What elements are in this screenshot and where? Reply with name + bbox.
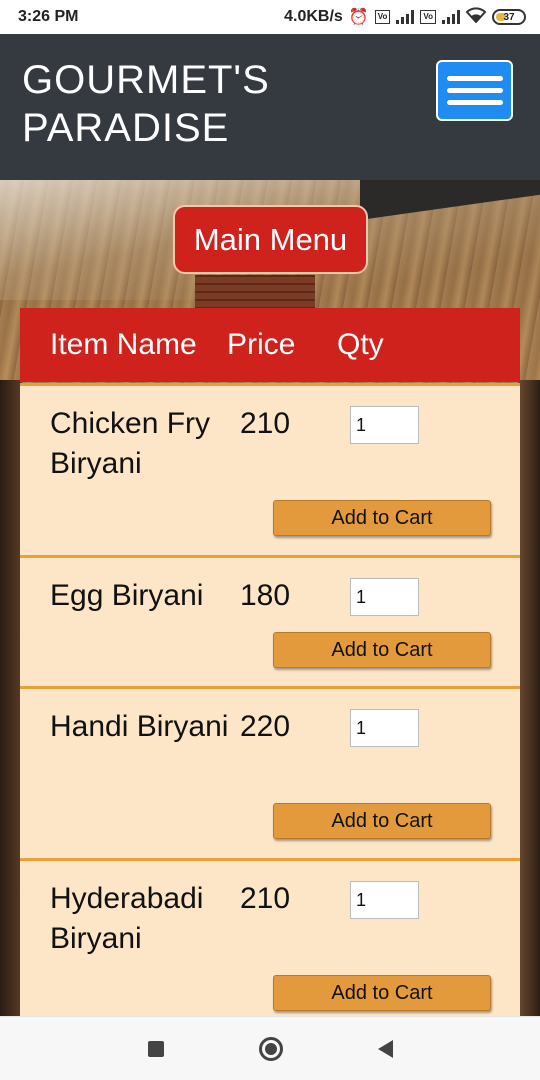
quantity-input[interactable]: [350, 406, 419, 444]
quantity-input[interactable]: [350, 578, 419, 616]
hamburger-menu-button[interactable]: [436, 60, 513, 121]
signal-icon: [396, 10, 415, 24]
table-row: Egg Biryani 180 Add to Cart: [20, 555, 520, 686]
brand-line-2: PARADISE: [22, 106, 230, 150]
item-price: 210: [240, 407, 291, 440]
alarm-off-icon: ⏰: [348, 9, 369, 26]
status-icons: 4.0KB/s ⏰ Vo Vo 37: [284, 6, 526, 28]
add-to-cart-button[interactable]: Add to Cart: [273, 975, 491, 1011]
add-to-cart-button[interactable]: Add to Cart: [273, 500, 491, 536]
column-header-qty: Qty: [337, 328, 384, 361]
brand-title: GOURMET'S PARADISE: [22, 56, 322, 152]
table-row: Handi Biryani 220 Add to Cart: [20, 686, 520, 858]
menu-table-header: Item Name Price Qty: [20, 308, 520, 382]
wifi-icon: [465, 6, 487, 28]
quantity-input[interactable]: [350, 709, 419, 747]
table-row: Chicken Fry Biryani 210 Add to Cart: [20, 383, 520, 555]
item-price: 220: [240, 710, 291, 743]
signal-icon-2: [442, 10, 460, 24]
item-name: Chicken Fry Biryani: [50, 407, 211, 480]
recent-apps-icon[interactable]: [147, 1040, 164, 1057]
volte-icon: Vo: [374, 10, 391, 24]
home-icon[interactable]: [258, 1036, 283, 1061]
item-name: Egg Biryani: [50, 579, 204, 612]
hamburger-menu-icon: [446, 76, 503, 81]
add-to-cart-button[interactable]: Add to Cart: [273, 632, 491, 668]
column-header-price: Price: [227, 328, 296, 361]
battery-icon: 37: [492, 9, 526, 25]
status-time: 3:26 PM: [18, 8, 79, 25]
quantity-input[interactable]: [350, 881, 419, 919]
table-row: Hyderabadi Biryani 210 Add to Cart: [20, 858, 520, 1016]
system-nav-bar: [0, 1016, 540, 1080]
volte-icon-2: Vo: [420, 10, 436, 24]
item-price: 180: [240, 579, 291, 612]
brand-line-1: GOURMET'S: [22, 58, 270, 102]
app-header: GOURMET'S PARADISE: [0, 34, 540, 180]
item-name: Handi Biryani: [50, 710, 229, 743]
column-header-item-name: Item Name: [50, 328, 197, 361]
back-icon[interactable]: [377, 1039, 393, 1058]
item-name: Hyderabadi Biryani: [50, 882, 204, 955]
add-to-cart-button[interactable]: Add to Cart: [273, 803, 491, 839]
main-menu-button[interactable]: Main Menu: [173, 205, 368, 274]
status-bar: 3:26 PM 4.0KB/s ⏰ Vo Vo 37: [0, 0, 540, 34]
network-speed: 4.0KB/s: [284, 8, 343, 25]
item-price: 210: [240, 882, 291, 915]
battery-level: 37: [503, 11, 515, 23]
